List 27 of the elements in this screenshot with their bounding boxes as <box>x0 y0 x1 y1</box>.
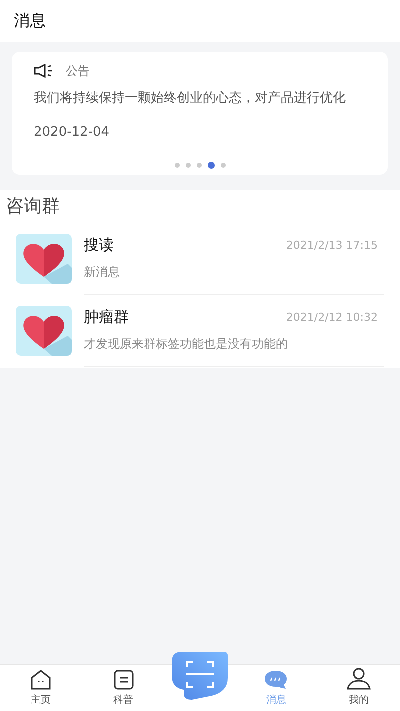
notice-text: 我们将持续保持一颗始终创业的心态，对产品进行优化 <box>34 90 347 108</box>
group-name[interactable]: 肿瘤群 <box>84 308 129 327</box>
carousel-dot[interactable] <box>208 162 214 169</box>
message-preview: 才发现原来群标签功能也是没有功能的 <box>84 336 288 353</box>
heart-avatar-icon <box>16 306 72 356</box>
carousel-dot[interactable] <box>196 163 202 168</box>
message-preview: 新消息 <box>84 264 120 281</box>
megaphone-icon <box>34 64 54 78</box>
page-title: 消息 <box>14 10 46 32</box>
tab-item[interactable]: 科普 <box>82 665 165 711</box>
tab-item[interactable]: 主页 <box>0 665 82 711</box>
heart-avatar-icon <box>16 234 72 284</box>
carousel-dot[interactable] <box>174 163 180 168</box>
message-time: 2021/2/12 10:32 <box>286 311 378 324</box>
notice-date: 2020-12-04 <box>34 125 110 140</box>
carousel-dot[interactable] <box>220 163 226 168</box>
document-icon <box>114 670 134 690</box>
chat-bubble-icon <box>264 670 288 690</box>
group-name[interactable]: 搜读 <box>84 236 114 255</box>
person-icon <box>346 668 371 690</box>
tab-item[interactable]: 我的 <box>318 665 400 711</box>
section-title: 咨询群 <box>5 195 61 219</box>
scan-button[interactable] <box>172 652 228 700</box>
notice-label: 公告 <box>66 62 90 80</box>
house-icon <box>30 670 52 690</box>
carousel-dot[interactable] <box>186 163 190 168</box>
message-time: 2021/2/13 17:15 <box>286 239 378 252</box>
